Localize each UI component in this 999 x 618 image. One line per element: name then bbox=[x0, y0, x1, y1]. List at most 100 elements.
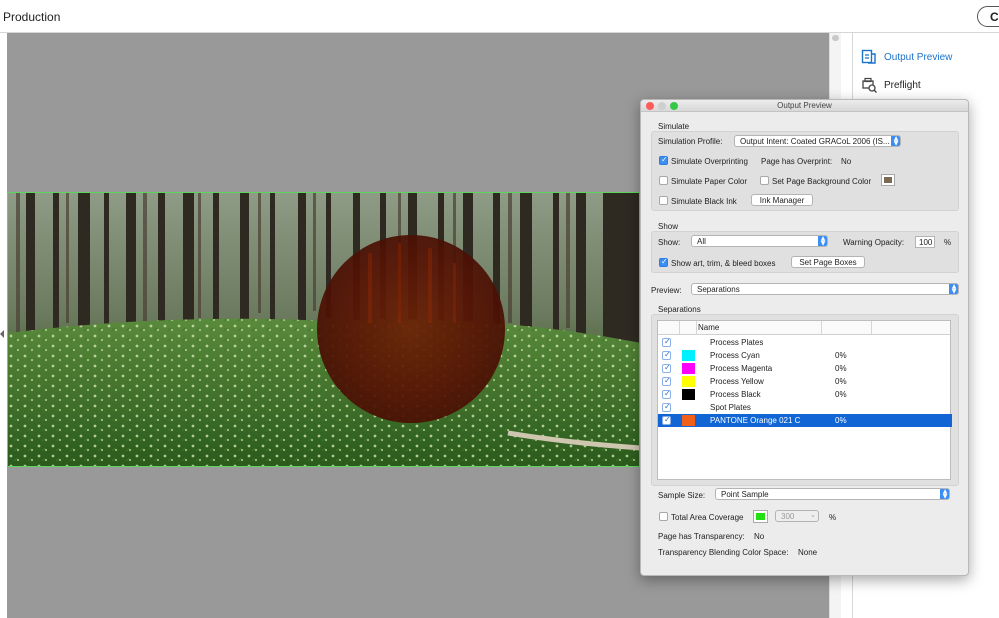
show-select[interactable]: All ▲ ▼ bbox=[691, 235, 828, 247]
separation-visibility-checkbox[interactable] bbox=[662, 376, 671, 386]
ink-color-swatch bbox=[682, 389, 695, 400]
forest-artwork bbox=[7, 192, 640, 467]
separation-name: Process Black bbox=[710, 390, 761, 399]
collapse-left-icon[interactable] bbox=[0, 330, 4, 338]
warning-opacity-label: Warning Opacity: bbox=[843, 238, 905, 247]
separation-row[interactable]: Process Plates bbox=[658, 336, 952, 349]
coverage-value-select[interactable]: 300 ⌄ bbox=[775, 510, 819, 522]
warning-opacity-input[interactable]: 100 bbox=[915, 236, 935, 248]
preview-label: Preview: bbox=[651, 286, 682, 295]
column-separator bbox=[679, 321, 680, 335]
column-separator bbox=[696, 321, 697, 335]
overlay-circle bbox=[317, 235, 505, 423]
separations-header: Name bbox=[658, 321, 950, 335]
output-preview-dialog: Output Preview Simulate Simulation Profi… bbox=[640, 99, 969, 576]
chevron-down-icon: ⌄ bbox=[810, 512, 816, 519]
tool-preflight[interactable]: Preflight bbox=[861, 75, 921, 95]
total-area-coverage-label: Total Area Coverage bbox=[671, 513, 744, 522]
sample-size-select[interactable]: Point Sample ▲ ▼ bbox=[715, 488, 950, 500]
separations-list[interactable]: Name Process PlatesProcess Cyan0%Process… bbox=[657, 320, 952, 480]
simulation-profile-value: Output Intent: Coated GRACoL 2006 (IS... bbox=[740, 137, 890, 146]
ink-manager-button[interactable]: Ink Manager bbox=[751, 194, 813, 206]
ink-color-swatch bbox=[682, 350, 695, 361]
show-boxes-checkbox[interactable] bbox=[659, 257, 668, 267]
chevron-updown-icon: ▲ ▼ bbox=[891, 136, 900, 146]
preview-select[interactable]: Separations ▲ ▼ bbox=[691, 283, 959, 295]
show-section-label: Show bbox=[658, 222, 679, 231]
separation-name: Process Magenta bbox=[710, 364, 773, 373]
tool-output-preview[interactable]: Output Preview bbox=[861, 47, 952, 67]
sample-size-label: Sample Size: bbox=[658, 491, 706, 500]
separation-name: Process Cyan bbox=[710, 351, 760, 360]
column-separator bbox=[821, 321, 822, 335]
page-bg-color-fill bbox=[884, 177, 892, 183]
sample-size-value: Point Sample bbox=[721, 490, 769, 499]
preflight-icon bbox=[862, 77, 877, 93]
coverage-color-swatch[interactable] bbox=[753, 510, 768, 523]
simulate-section-label: Simulate bbox=[658, 122, 690, 131]
page-overprint-value: No bbox=[841, 157, 852, 166]
dialog-title: Output Preview bbox=[777, 101, 832, 110]
separation-name: Spot Plates bbox=[710, 403, 751, 412]
show-boxes-label: Show art, trim, & bleed boxes bbox=[671, 259, 776, 268]
simulation-profile-select[interactable]: Output Intent: Coated GRACoL 2006 (IS...… bbox=[734, 135, 901, 147]
page-transparency-label: Page has Transparency: bbox=[658, 532, 745, 541]
separation-percent: 0% bbox=[835, 377, 847, 386]
separation-name: Process Yellow bbox=[710, 377, 764, 386]
total-area-coverage-checkbox[interactable] bbox=[659, 512, 668, 521]
chevron-updown-icon: ▲ ▼ bbox=[818, 236, 827, 246]
set-page-bg-color-checkbox[interactable] bbox=[760, 176, 769, 185]
tool-label: Output Preview bbox=[884, 51, 953, 63]
separation-percent: 0% bbox=[835, 364, 847, 373]
column-name-header[interactable]: Name bbox=[698, 323, 719, 332]
ink-color-swatch bbox=[682, 363, 695, 374]
left-gutter bbox=[0, 33, 7, 618]
forest-image bbox=[8, 193, 639, 466]
close-button[interactable]: Cl bbox=[977, 6, 999, 27]
separation-row[interactable]: Process Black 0% bbox=[658, 388, 952, 401]
simulate-black-ink-label: Simulate Black Ink bbox=[671, 197, 737, 206]
show-value: All bbox=[697, 237, 706, 246]
chevron-updown-icon: ▲ ▼ bbox=[949, 284, 958, 294]
top-bar: Production Cl bbox=[0, 0, 999, 33]
separation-visibility-checkbox[interactable] bbox=[662, 415, 671, 425]
page-bg-color-swatch[interactable] bbox=[881, 174, 895, 186]
page-title: Production bbox=[3, 10, 61, 24]
simulate-overprinting-label: Simulate Overprinting bbox=[671, 157, 748, 166]
warning-opacity-percent: % bbox=[944, 238, 952, 247]
separation-row[interactable]: PANTONE Orange 021 C 0% bbox=[658, 414, 952, 427]
show-label: Show: bbox=[658, 238, 681, 247]
separation-visibility-checkbox[interactable] bbox=[662, 363, 671, 373]
simulate-paper-color-label: Simulate Paper Color bbox=[671, 177, 748, 186]
simulate-overprinting-checkbox[interactable] bbox=[659, 155, 668, 165]
coverage-percent: % bbox=[829, 513, 837, 522]
ink-color-swatch bbox=[682, 376, 695, 387]
coverage-color-fill bbox=[756, 513, 765, 520]
separation-percent: 0% bbox=[835, 416, 847, 425]
separation-percent: 0% bbox=[835, 390, 847, 399]
page-transparency-value: No bbox=[754, 532, 765, 541]
separation-visibility-checkbox[interactable] bbox=[662, 350, 671, 360]
separation-row[interactable]: Process Magenta 0% bbox=[658, 362, 952, 375]
simulation-profile-label: Simulation Profile: bbox=[658, 137, 723, 146]
page-overprint-label: Page has Overprint: bbox=[761, 157, 833, 166]
column-separator bbox=[871, 321, 872, 335]
simulate-paper-color-checkbox[interactable] bbox=[659, 176, 668, 185]
dialog-titlebar[interactable]: Output Preview bbox=[641, 100, 968, 112]
scrollbar-thumb[interactable] bbox=[832, 35, 839, 41]
separations-section-label: Separations bbox=[658, 305, 701, 314]
separation-name: Process Plates bbox=[710, 338, 764, 347]
tool-label: Preflight bbox=[884, 79, 921, 91]
separation-row[interactable]: Spot Plates bbox=[658, 401, 952, 414]
separation-row[interactable]: Process Yellow 0% bbox=[658, 375, 952, 388]
set-page-boxes-button[interactable]: Set Page Boxes bbox=[791, 256, 865, 268]
chevron-updown-icon: ▲ ▼ bbox=[940, 489, 949, 499]
separation-percent: 0% bbox=[835, 351, 847, 360]
separation-visibility-checkbox[interactable] bbox=[662, 402, 671, 412]
separation-visibility-checkbox[interactable] bbox=[662, 337, 671, 347]
separation-visibility-checkbox[interactable] bbox=[662, 389, 671, 399]
coverage-value: 300 bbox=[781, 512, 795, 521]
separation-row[interactable]: Process Cyan 0% bbox=[658, 349, 952, 362]
output-preview-icon bbox=[861, 49, 876, 64]
simulate-black-ink-checkbox[interactable] bbox=[659, 196, 668, 205]
